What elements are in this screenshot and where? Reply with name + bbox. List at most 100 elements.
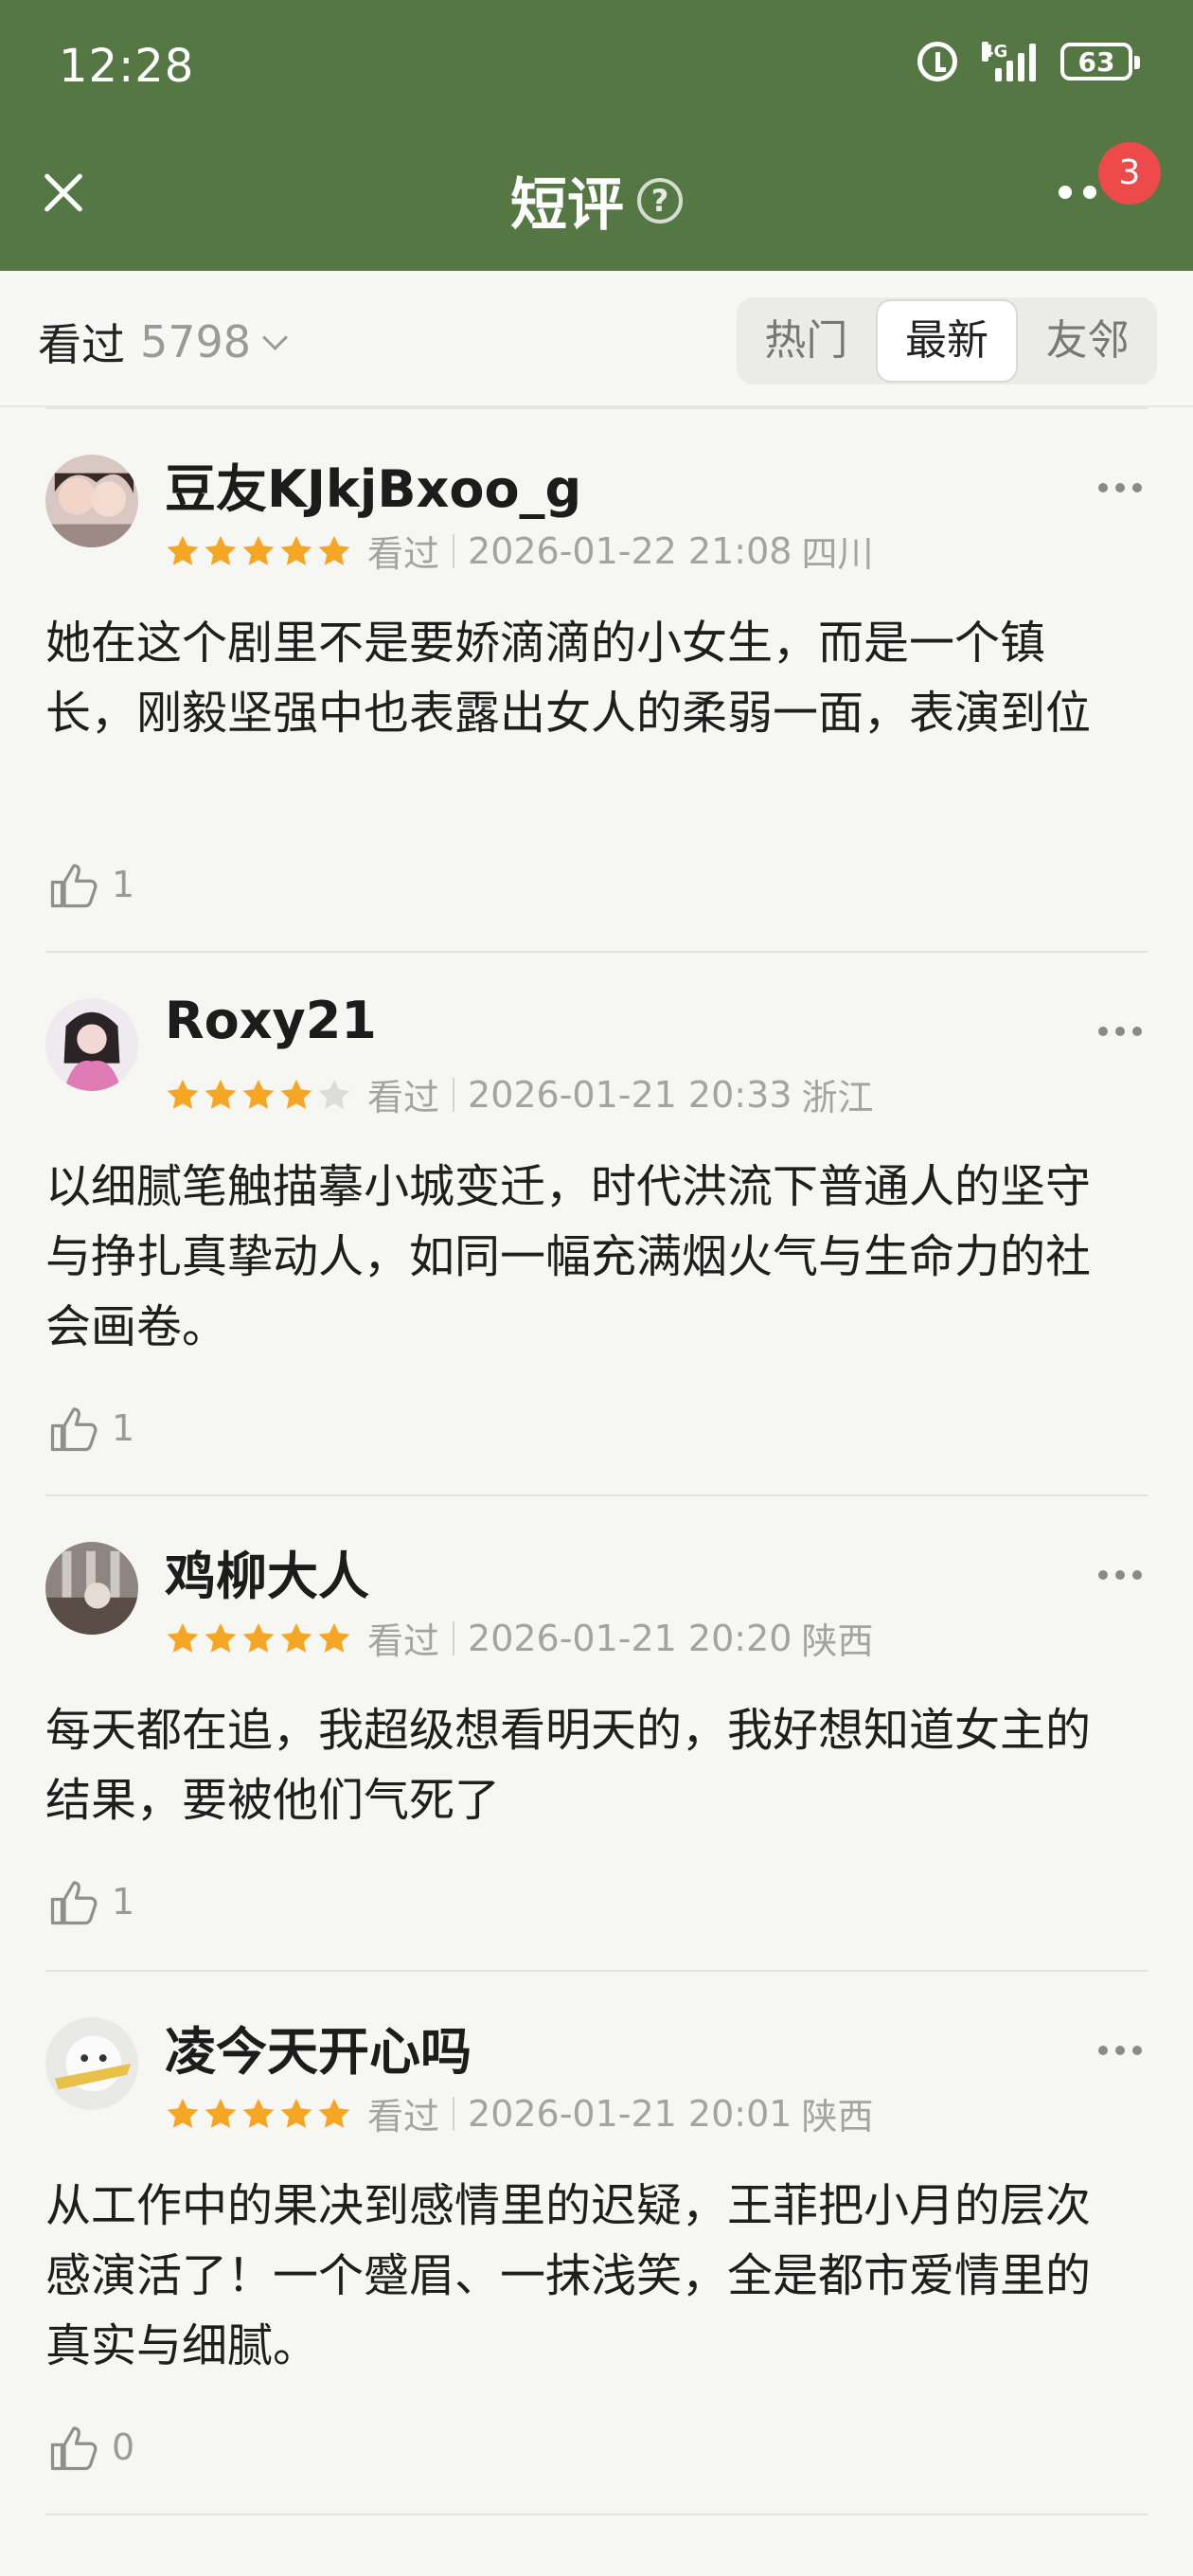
avatar[interactable] [45,2017,138,2110]
separator [453,1077,455,1112]
status-time: 12:28 [59,40,195,93]
avatar[interactable] [45,998,138,1091]
rating-stars [165,1620,352,1656]
username[interactable]: 豆友KJkjBxoo_g [165,447,581,522]
star-filled-icon [242,1079,275,1109]
comment-meta: 看过 2026-01-21 20:33 浙江 [165,1068,873,1120]
star-filled-icon [205,1079,237,1109]
status-icons: 4G 63 [917,42,1140,81]
star-filled-icon [205,2098,237,2128]
star-filled-icon [242,535,275,565]
star-filled-icon [167,535,199,565]
watch-status: 看过 [367,1620,440,1662]
like-button[interactable]: 1 [45,856,134,913]
star-filled-icon [205,1622,237,1653]
sort-tabs: 热门 最新 友邻 [737,297,1157,385]
star-filled-icon [205,535,237,565]
thumbs-up-icon [50,864,98,908]
star-filled-icon [242,1622,275,1653]
comment-item: 凌今天开心吗 看过 2026-01-21 20:01 陕西 从工作中的果决到感情… [0,1972,1193,2513]
thumbs-up-icon [50,1407,98,1452]
chevron-down-icon [262,324,289,350]
star-filled-icon [167,1079,199,1109]
separator [453,533,455,568]
comment-location: 陕西 [801,1620,874,1662]
separator [453,2096,455,2131]
star-filled-icon [167,2098,199,2128]
like-count: 1 [112,1881,135,1923]
star-filled-icon [242,2098,275,2128]
avatar[interactable] [45,455,138,547]
seen-count: 5798 [140,316,252,367]
rating-stars [165,2096,352,2132]
thumbs-up-icon [50,2426,98,2471]
username[interactable]: 鸡柳大人 [165,1534,369,1609]
star-filled-icon [318,535,350,565]
filter-bar: 看过 5798 热门 最新 友邻 [0,271,1193,407]
like-button[interactable]: 0 [45,2419,134,2476]
comment-text: 以细腻笔触描摹小城变迁，时代洪流下普通人的坚守与挣扎真挚动人，如同一幅充满烟火气… [45,1160,1092,1353]
comment-more-icon[interactable] [1098,483,1142,492]
more-menu-icon[interactable] [1059,186,1096,199]
notification-badge: 3 [1098,142,1161,205]
network-type: 4G [982,42,1008,62]
comment-location: 陕西 [801,2096,874,2138]
comment-text: 从工作中的果决到感情里的迟疑，王菲把小月的层次感演活了！一个蹙眉、一抹浅笑，全是… [45,2179,1092,2372]
username[interactable]: Roxy21 [165,991,377,1050]
comment-location: 四川 [801,533,874,575]
comment-more-icon[interactable] [1098,1570,1142,1580]
username[interactable]: 凌今天开心吗 [165,2010,472,2084]
like-button[interactable]: 1 [45,1400,134,1457]
comment-more-icon[interactable] [1098,2046,1142,2055]
like-count: 1 [112,1407,135,1449]
tab-hot[interactable]: 热门 [737,299,876,383]
watch-status: 看过 [367,1077,440,1118]
like-count: 0 [112,2426,135,2468]
app-header: 12:28 4G 63 短评? 3 [0,0,1193,271]
rating-stars [165,1077,352,1113]
page-title: 短评? [0,159,1193,242]
comment-text: 她在这个剧里不是要娇滴滴的小女生，而是一个镇长，刚毅坚强中也表露出女人的柔弱一面… [45,617,1092,740]
tab-latest[interactable]: 最新 [875,299,1019,383]
comment-more-icon[interactable] [1098,1027,1142,1036]
seen-filter-dropdown[interactable]: 看过 5798 [38,311,289,373]
comment-datetime: 2026-01-21 20:01 [468,2092,792,2135]
battery-icon: 63 [1060,43,1140,80]
comment-meta: 看过 2026-01-21 20:01 陕西 [165,2087,873,2139]
page-title-text: 短评 [510,172,624,239]
comment-item: 豆友KJkjBxoo_g 看过 2026-01-22 21:08 四川 她在这个… [0,409,1193,951]
rating-stars [165,533,352,569]
tab-friends[interactable]: 友邻 [1018,299,1157,383]
comment-datetime: 2026-01-21 20:33 [468,1073,792,1116]
battery-level: 63 [1077,45,1115,78]
comment-datetime: 2026-01-22 21:08 [468,529,792,572]
separator [453,1620,455,1655]
star-filled-icon [280,1079,312,1109]
avatar[interactable] [45,1542,138,1635]
help-icon[interactable]: ? [637,177,683,224]
star-filled-icon [318,2098,350,2128]
like-button[interactable]: 1 [45,1873,134,1930]
star-filled-icon [318,1622,350,1653]
star-filled-icon [167,1622,199,1653]
comment-text: 每天都在追，我超级想看明天的，我好想知道女主的结果，要被他们气死了 [45,1704,1092,1827]
star-filled-icon [280,535,312,565]
thumbs-up-icon [50,1881,98,1925]
comment-meta: 看过 2026-01-21 20:20 陕西 [165,1612,873,1664]
comment-datetime: 2026-01-21 20:20 [468,1617,792,1659]
star-filled-icon [280,1622,312,1653]
signal-icon: 4G [982,42,1036,81]
comment-item: 鸡柳大人 看过 2026-01-21 20:20 陕西 每天都在追，我超级想看明… [0,1496,1193,1970]
comment-feed: 豆友KJkjBxoo_g 看过 2026-01-22 21:08 四川 她在这个… [0,407,1193,2515]
like-count: 1 [112,864,135,905]
seen-filter-label: 看过 [38,319,125,370]
star-empty-icon [318,1079,350,1109]
comment-location: 浙江 [801,1077,874,1118]
watch-status: 看过 [367,533,440,575]
comment-meta: 看过 2026-01-22 21:08 四川 [165,525,873,577]
star-filled-icon [280,2098,312,2128]
alarm-icon [917,42,957,81]
comment-item: Roxy21 看过 2026-01-21 20:33 浙江 以细腻笔触描摹小城变… [0,953,1193,1494]
divider [45,2513,1148,2515]
watch-status: 看过 [367,2096,440,2138]
